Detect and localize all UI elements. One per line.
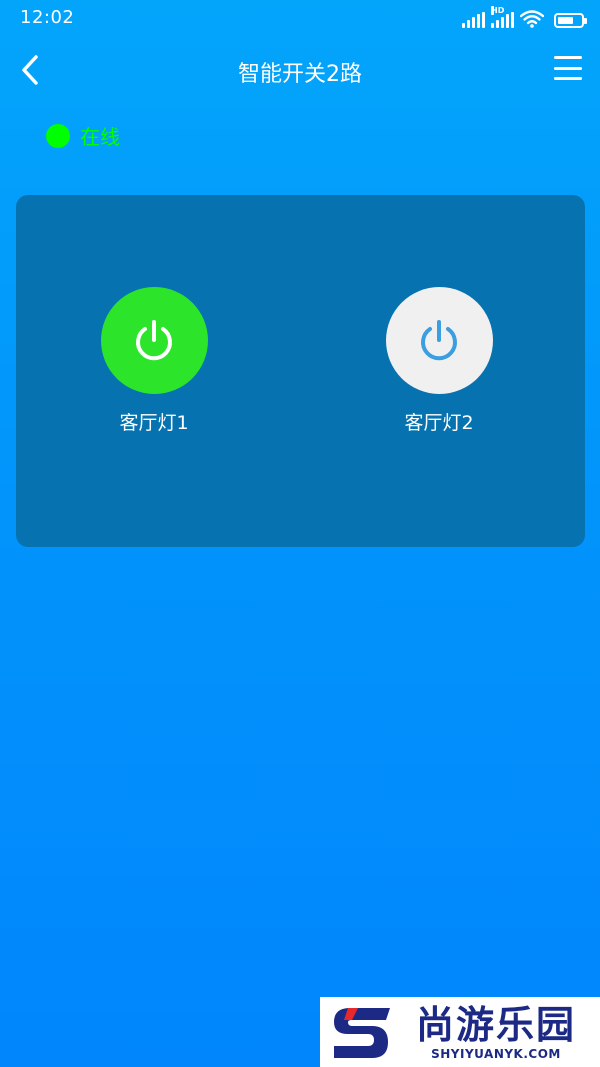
status-time: 12:02 — [20, 7, 75, 28]
menu-button[interactable] — [554, 54, 582, 82]
nav-bar: 智能开关2路 — [0, 36, 600, 104]
switch-panel: 客厅灯1 客厅灯2 — [16, 195, 585, 547]
power-icon — [136, 319, 172, 360]
wifi-icon — [520, 10, 544, 28]
switch-item-2: 客厅灯2 — [359, 287, 519, 435]
hd-label: HD — [491, 6, 505, 15]
power-icon — [421, 319, 457, 360]
battery-fill — [558, 17, 573, 24]
watermark-text: 尚游乐园 SHYIYUANYK.COM — [396, 1003, 596, 1061]
watermark-logo-icon — [334, 1008, 390, 1058]
watermark-site: SHYIYUANYK.COM — [431, 1047, 561, 1061]
page-title: 智能开关2路 — [238, 62, 362, 87]
switch-label-1: 客厅灯1 — [119, 412, 189, 434]
hamburger-menu-icon — [554, 56, 582, 59]
signal-hd-icon: HD — [491, 6, 514, 28]
online-dot-icon — [46, 123, 70, 148]
battery-icon — [554, 13, 587, 28]
switch-item-1: 客厅灯1 — [74, 287, 234, 435]
power-button-2[interactable] — [385, 287, 493, 394]
watermark-name: 尚游乐园 — [415, 1003, 576, 1047]
status-icons: HD — [462, 6, 587, 28]
online-label: 在线 — [80, 125, 120, 149]
online-status: 在线 — [46, 121, 120, 150]
status-bar: 12:02 HD — [0, 0, 600, 36]
switch-label-2: 客厅灯2 — [404, 412, 474, 434]
power-button-1[interactable] — [100, 287, 208, 394]
watermark: 尚游乐园 SHYIYUANYK.COM — [320, 997, 600, 1067]
signal-icon — [462, 12, 485, 28]
